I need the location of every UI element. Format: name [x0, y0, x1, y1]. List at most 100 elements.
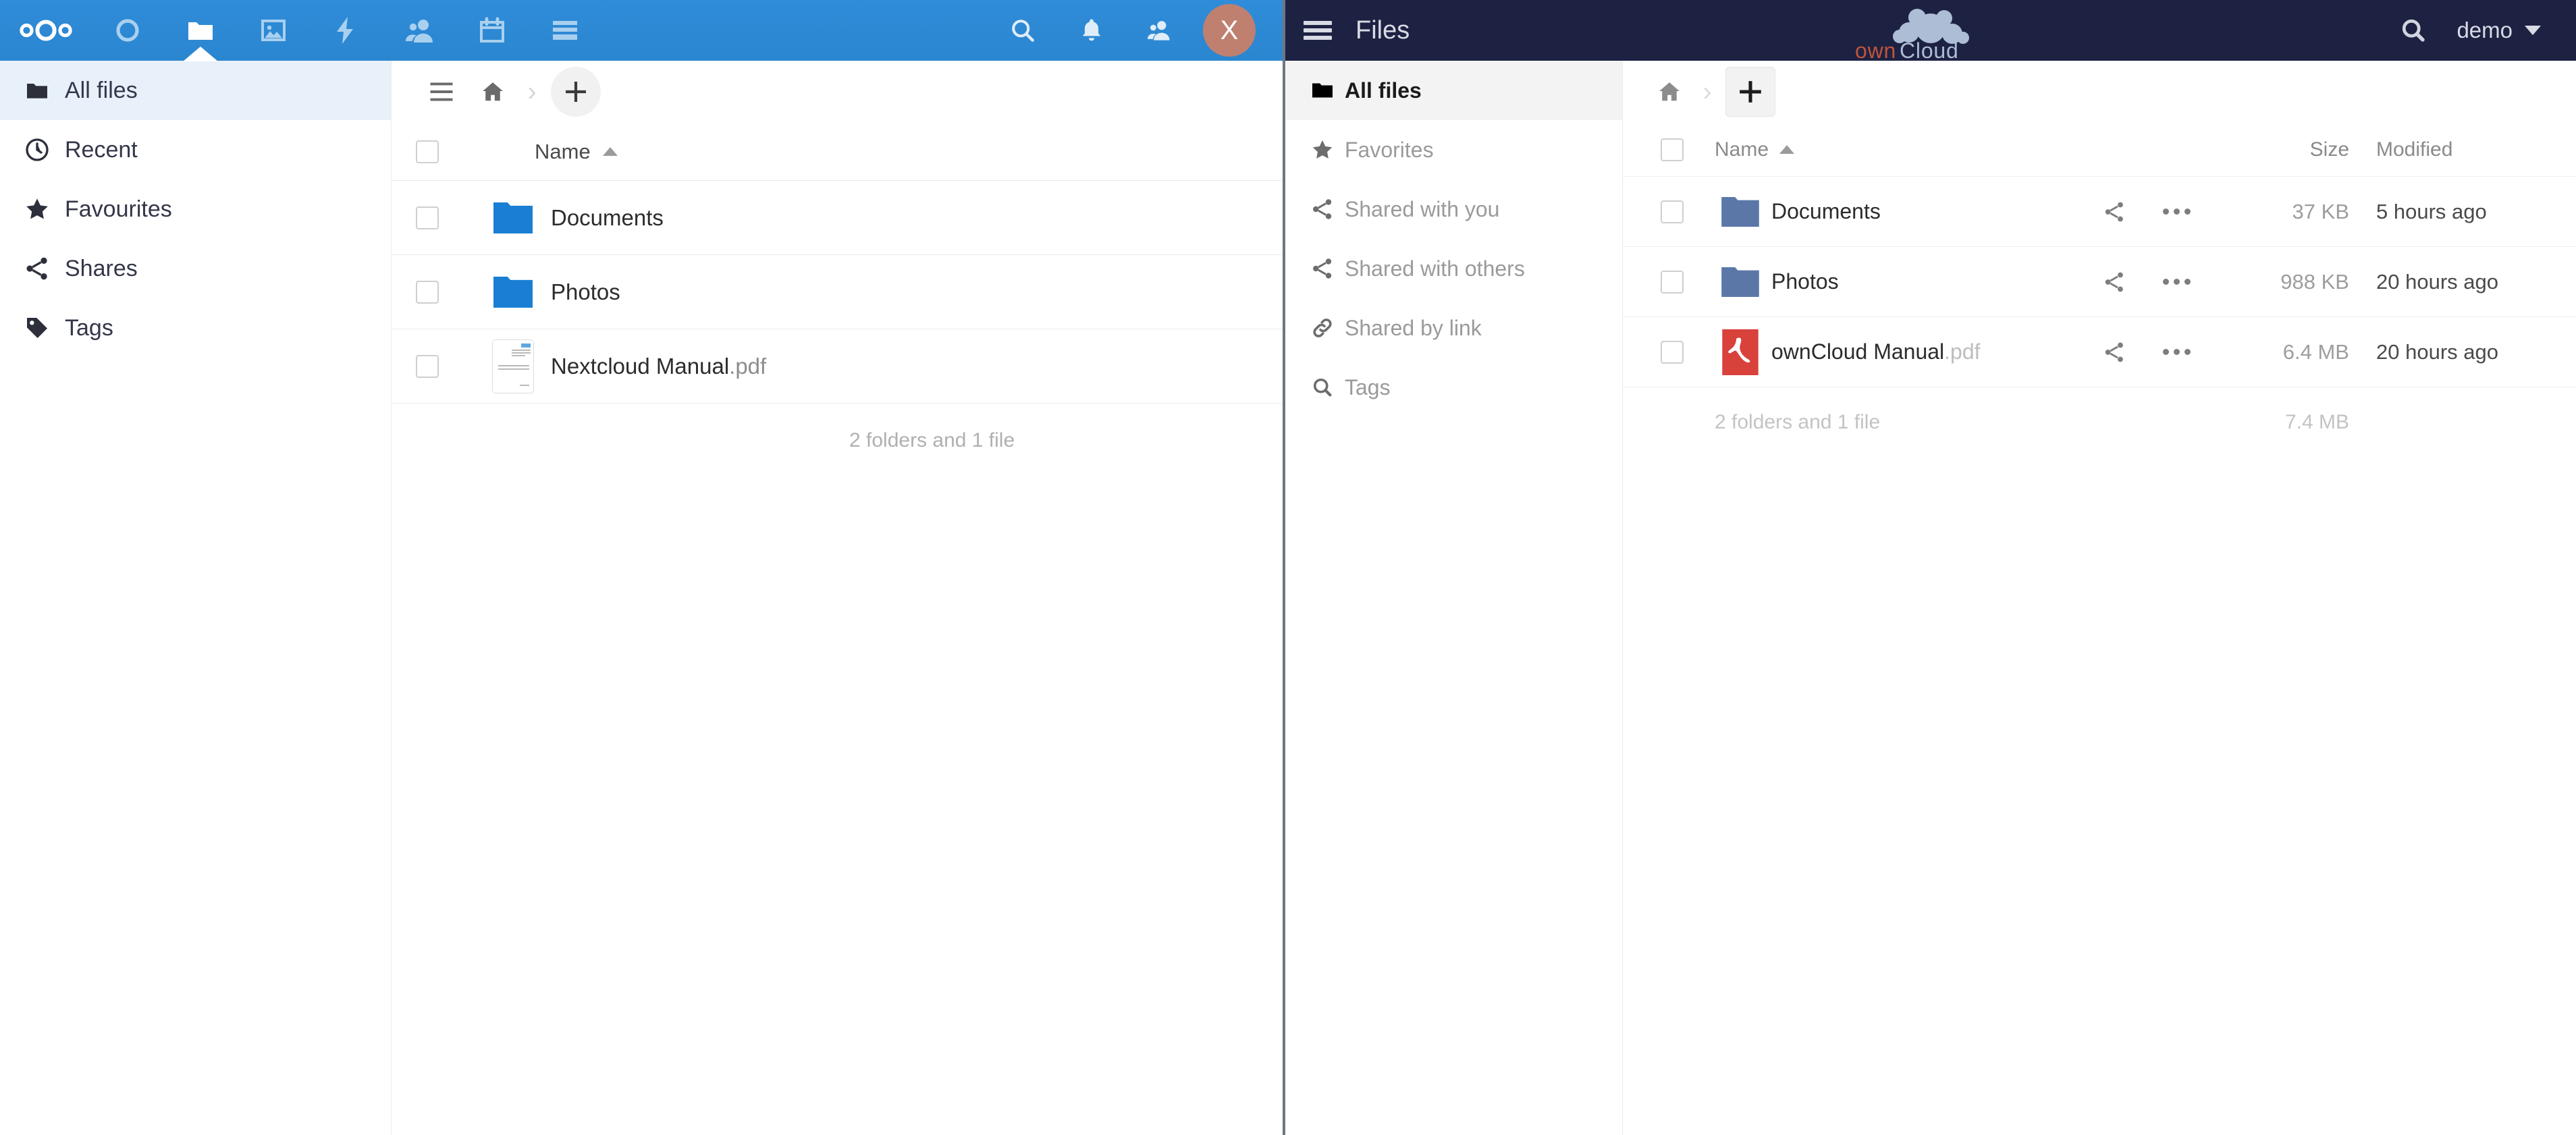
file-name[interactable]: Documents	[1771, 199, 1881, 224]
home-icon[interactable]	[467, 67, 518, 116]
row-checkbox[interactable]	[416, 280, 439, 304]
sidebar-item-all-files[interactable]: All files	[1285, 61, 1622, 120]
hamburger-icon[interactable]	[1285, 0, 1350, 61]
more-actions-icon[interactable]	[2145, 279, 2207, 285]
share-action-icon[interactable]	[2083, 200, 2145, 224]
more-actions-icon[interactable]	[2145, 349, 2207, 355]
sidebar-item-shared-with-others[interactable]: Shared with others	[1285, 239, 1622, 298]
svg-text:Cloud: Cloud	[1900, 38, 1959, 61]
search-icon[interactable]	[2381, 0, 2446, 61]
clock-icon	[12, 136, 62, 163]
sidebar-item-label: All files	[65, 77, 138, 103]
file-size: 37 KB	[2292, 199, 2349, 223]
app-icon-dashboard[interactable]	[91, 0, 164, 61]
row-checkbox[interactable]	[416, 354, 439, 378]
app-icon-activity[interactable]	[310, 0, 383, 61]
sort-ascending-icon	[1779, 145, 1795, 154]
sidebar-item-favourites[interactable]: Favourites	[0, 179, 391, 239]
bell-icon[interactable]	[1057, 0, 1126, 61]
file-name-text: ownCloud Manual	[1771, 339, 1945, 364]
column-header-size[interactable]: Size	[2207, 138, 2349, 161]
row-checkbox[interactable]	[1661, 270, 1684, 294]
contacts-icon	[406, 20, 433, 43]
table-row[interactable]: Photos 988 KB 20 hours ago	[1623, 247, 2576, 317]
column-header-name-label: Name	[535, 139, 591, 163]
more-actions-icon[interactable]	[2145, 209, 2207, 215]
sidebar-item-label: Tags	[65, 314, 113, 341]
nextcloud-header-actions: X	[988, 0, 1283, 61]
sidebar-item-shared-by-link[interactable]: Shared by link	[1285, 298, 1622, 358]
app-comparison-screenshot: X All files Recent Favourites Shares Tag…	[0, 0, 2576, 1135]
breadcrumb-separator: ›	[527, 76, 537, 107]
share-action-icon[interactable]	[2083, 340, 2145, 364]
table-row[interactable]: Photos	[392, 255, 1283, 329]
table-row[interactable]: ownCloud Manual.pdf 6.4 MB 20 hours ago	[1623, 317, 2576, 387]
chevron-down-icon	[2525, 26, 2541, 35]
sidebar-item-all-files[interactable]: All files	[0, 61, 391, 120]
calendar-icon	[480, 17, 504, 43]
sidebar-item-label: Tags	[1345, 375, 1391, 399]
column-header-name[interactable]: Name	[535, 140, 618, 164]
share-icon	[1300, 256, 1345, 281]
folder-icon	[485, 202, 541, 233]
summary-text: 2 folders and 1 file	[1715, 411, 1881, 433]
app-icon-files[interactable]	[164, 0, 237, 61]
sidebar-item-recent[interactable]: Recent	[0, 120, 391, 179]
svg-text:own: own	[1855, 38, 1896, 61]
file-modified: 20 hours ago	[2376, 339, 2498, 364]
file-extension: .pdf	[1944, 339, 1981, 364]
column-header-modified[interactable]: Modified	[2349, 138, 2531, 161]
table-row[interactable]: Documents 37 KB 5 hours ago	[1623, 177, 2576, 247]
folder-icon	[1715, 196, 1766, 227]
table-row[interactable]: Documents	[392, 181, 1283, 255]
avatar[interactable]: X	[1203, 4, 1256, 57]
breadcrumb-separator: ›	[1702, 76, 1712, 107]
folder-icon	[12, 77, 62, 104]
file-modified: 5 hours ago	[2376, 199, 2487, 223]
owncloud-table-summary: 2 folders and 1 file 7.4 MB	[1623, 387, 2576, 458]
owncloud-controls-bar: ›	[1623, 61, 2576, 123]
row-checkbox[interactable]	[416, 206, 439, 229]
app-icon-photos[interactable]	[237, 0, 310, 61]
file-name[interactable]: ownCloud Manual.pdf	[1771, 339, 1981, 364]
select-all-checkbox[interactable]	[1661, 138, 1684, 161]
lightning-icon	[337, 17, 353, 44]
row-checkbox[interactable]	[1661, 200, 1684, 223]
tag-icon	[12, 314, 62, 341]
home-icon[interactable]	[1647, 67, 1692, 116]
table-row[interactable]: Nextcloud Manual.pdf	[392, 329, 1283, 404]
circle-icon	[116, 19, 139, 42]
sidebar-item-shares[interactable]: Shares	[0, 239, 391, 298]
new-file-button[interactable]	[551, 67, 601, 117]
nextcloud-logo[interactable]	[0, 18, 91, 43]
column-header-name[interactable]: Name	[1715, 138, 1795, 161]
folder-icon	[1300, 78, 1345, 103]
file-name[interactable]: Photos	[1771, 269, 1839, 294]
file-name[interactable]: Nextcloud Manual.pdf	[551, 354, 766, 379]
link-icon	[1300, 316, 1345, 340]
row-checkbox[interactable]	[1661, 340, 1684, 364]
file-name-text: Documents	[551, 204, 664, 230]
share-action-icon[interactable]	[2083, 270, 2145, 294]
sidebar-item-label: Favorites	[1345, 137, 1434, 162]
sidebar-item-shared-with-you[interactable]: Shared with you	[1285, 179, 1622, 239]
app-icon-deck[interactable]	[529, 0, 601, 61]
select-all-checkbox[interactable]	[416, 140, 439, 163]
user-menu[interactable]: demo	[2457, 18, 2541, 43]
owncloud-table-header: Name Size Modified	[1623, 123, 2576, 177]
search-icon[interactable]	[988, 0, 1057, 61]
sidebar-item-tags[interactable]: Tags	[1285, 358, 1622, 417]
app-icon-contacts[interactable]	[383, 0, 456, 61]
hamburger-icon[interactable]	[416, 67, 467, 116]
new-file-button[interactable]	[1725, 67, 1775, 117]
file-name[interactable]: Photos	[551, 279, 620, 305]
file-name[interactable]: Documents	[551, 205, 664, 231]
contacts-menu-icon[interactable]	[1126, 0, 1195, 61]
app-icon-calendar[interactable]	[456, 0, 529, 61]
file-name-text: Documents	[1771, 199, 1881, 223]
sidebar-item-tags[interactable]: Tags	[0, 298, 391, 358]
user-menu-label: demo	[2457, 18, 2513, 43]
sidebar-item-label: Favourites	[65, 196, 172, 222]
sidebar-item-favorites[interactable]: Favorites	[1285, 120, 1622, 179]
sidebar-item-label: All files	[1345, 78, 1422, 103]
